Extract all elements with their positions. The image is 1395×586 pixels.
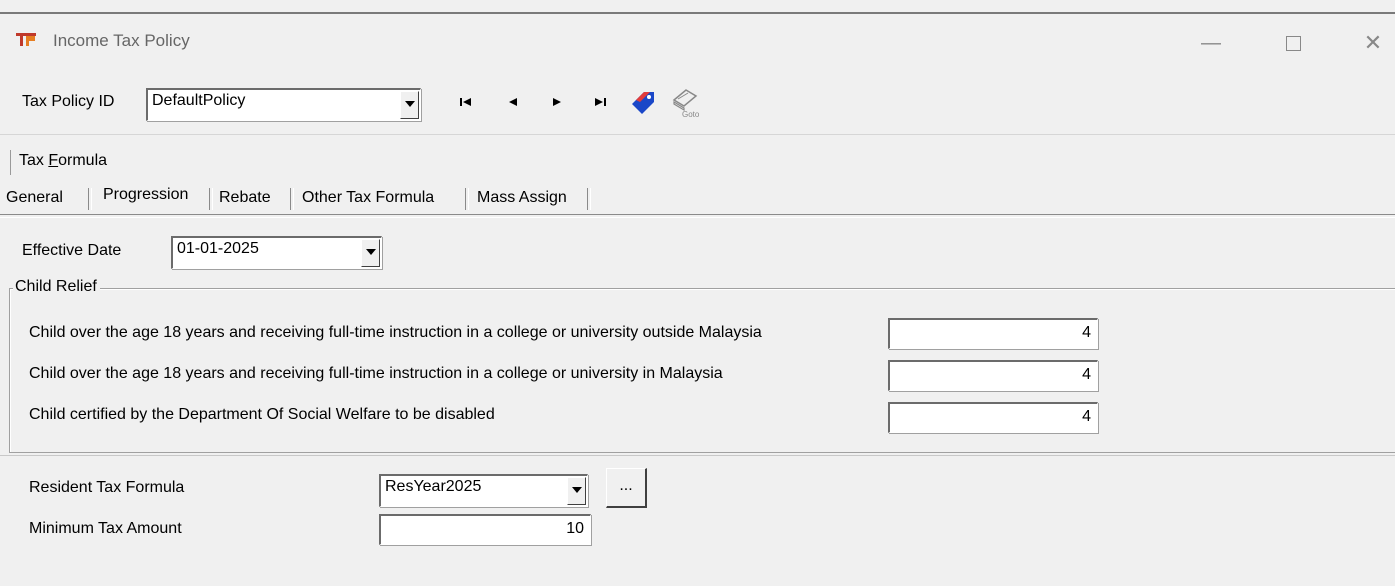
browse-formula-button[interactable]: ...: [606, 468, 647, 508]
child-relief-malaysia-input[interactable]: 4: [888, 360, 1098, 391]
next-record-icon[interactable]: [549, 94, 565, 110]
child-relief-title: Child Relief: [13, 278, 100, 296]
minimum-tax-amount-input[interactable]: 10: [379, 514, 591, 545]
minimum-tax-amount-label: Minimum Tax Amount: [29, 520, 182, 537]
chevron-down-icon[interactable]: [361, 239, 380, 267]
close-button[interactable]: ✕: [1358, 30, 1388, 56]
tab-separator: [209, 188, 213, 210]
tab-rebate[interactable]: Rebate: [219, 184, 271, 212]
child-relief-disabled-input[interactable]: 4: [888, 402, 1098, 433]
tax-formula-section-label: Tax Formula: [10, 150, 107, 175]
tab-progression[interactable]: Progression: [103, 181, 188, 209]
edit-tag-icon[interactable]: [630, 90, 656, 114]
resident-tax-formula-value: ResYear2025: [385, 478, 482, 495]
tab-general-label: General: [6, 189, 63, 206]
tab-progression-label: Progression: [103, 186, 189, 203]
tax-policy-id-label: Tax Policy ID: [22, 93, 115, 110]
tax-policy-id-select[interactable]: DefaultPolicy: [146, 88, 421, 121]
tab-strip-baseline: [0, 214, 1395, 218]
tab-separator: [290, 188, 294, 210]
close-icon: ✕: [1363, 30, 1383, 55]
title-bar: [0, 14, 1395, 72]
child-relief-outside-label: Child over the age 18 years and receivin…: [29, 324, 762, 341]
minimize-icon: —: [1201, 32, 1221, 54]
tab-rebate-label: Rebate: [219, 189, 271, 206]
tax-formula-label-suffix: ormula: [58, 152, 108, 169]
effective-date-label: Effective Date: [22, 242, 122, 259]
minimize-button[interactable]: —: [1196, 30, 1226, 56]
tax-formula-accelerator: F: [48, 152, 59, 169]
resident-tax-formula-label: Resident Tax Formula: [29, 479, 185, 496]
maximize-icon: [1285, 36, 1301, 51]
tab-separator: [88, 188, 92, 210]
tab-separator: [465, 188, 469, 210]
tab-mass-assign-label: Mass Assign: [477, 189, 567, 206]
previous-record-icon[interactable]: [505, 94, 521, 110]
tax-policy-id-value: DefaultPolicy: [152, 92, 246, 109]
last-record-icon[interactable]: [592, 94, 608, 110]
tab-separator: [587, 188, 591, 210]
first-record-icon[interactable]: [458, 94, 474, 110]
section-divider: [0, 455, 1395, 456]
goto-caption: Goto: [682, 110, 700, 119]
child-relief-malaysia-label: Child over the age 18 years and receivin…: [29, 365, 723, 382]
maximize-button[interactable]: [1278, 30, 1308, 56]
window-title: Income Tax Policy: [53, 31, 190, 50]
tax-formula-label-prefix: Tax: [19, 152, 49, 169]
app-logo-icon: [16, 31, 38, 47]
toolbar-divider: [0, 134, 1395, 135]
tab-general[interactable]: General: [6, 184, 63, 212]
child-relief-outside-input[interactable]: 4: [888, 318, 1098, 349]
child-relief-disabled-label: Child certified by the Department Of Soc…: [29, 406, 495, 423]
goto-icon[interactable]: Goto: [668, 86, 702, 120]
tab-other-tax-formula-label: Other Tax Formula: [302, 189, 435, 206]
tab-mass-assign[interactable]: Mass Assign: [477, 184, 567, 212]
chevron-down-icon[interactable]: [567, 477, 586, 505]
effective-date-value: 01-01-2025: [177, 240, 259, 257]
tab-other-tax-formula[interactable]: Other Tax Formula: [302, 184, 434, 212]
resident-tax-formula-select[interactable]: ResYear2025: [379, 474, 588, 507]
effective-date-select[interactable]: 01-01-2025: [171, 236, 382, 269]
chevron-down-icon[interactable]: [400, 91, 419, 119]
